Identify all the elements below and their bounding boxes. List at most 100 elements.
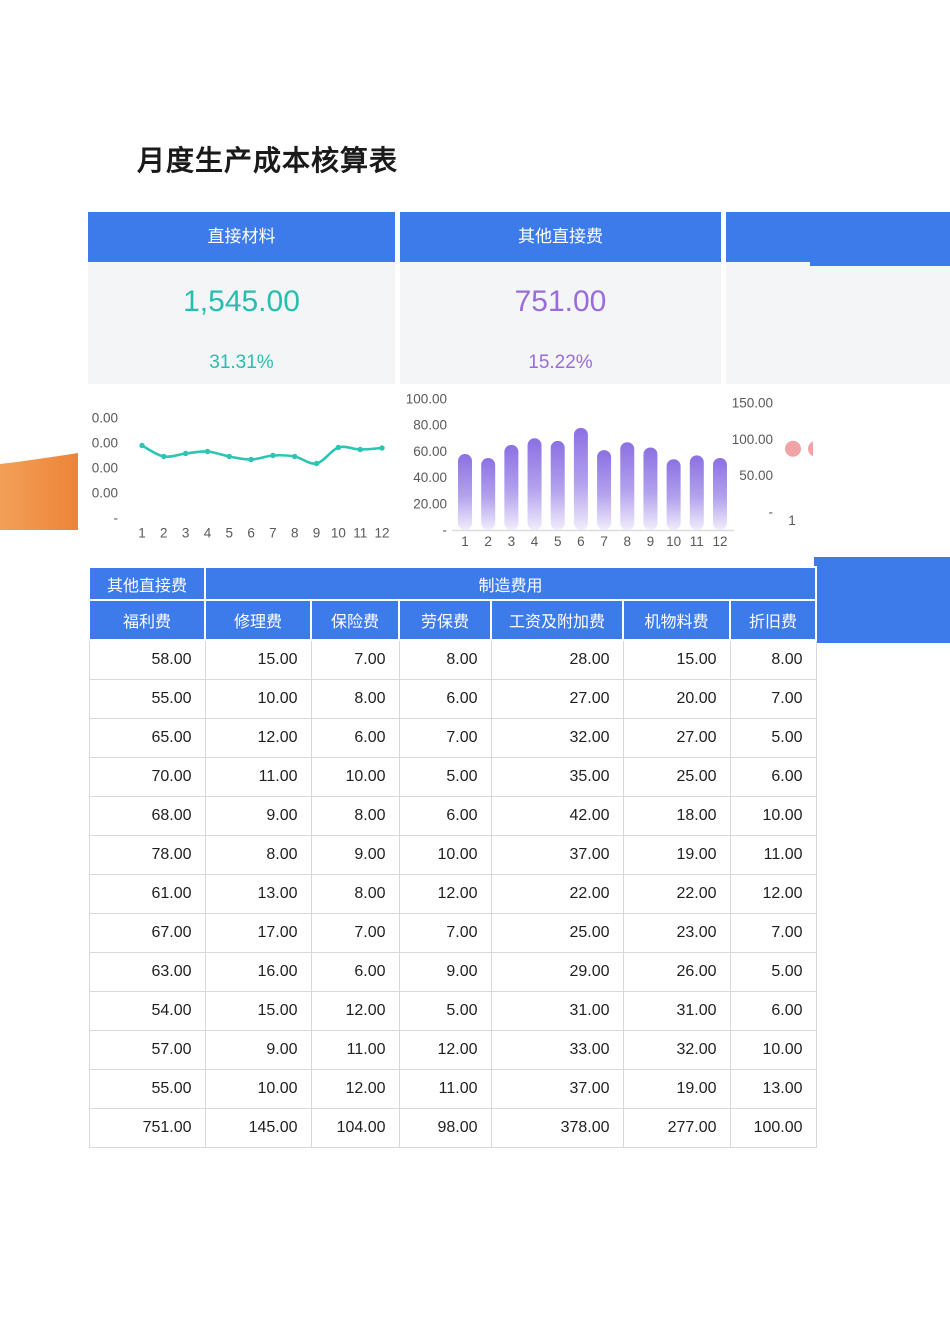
table-cell[interactable]: 29.00	[491, 953, 623, 992]
table-cell[interactable]: 11.00	[399, 1070, 491, 1109]
table-cell[interactable]: 42.00	[491, 797, 623, 836]
table-cell[interactable]: 10.00	[205, 1070, 311, 1109]
table-cell[interactable]: 68.00	[89, 797, 205, 836]
table-cell[interactable]: 9.00	[399, 953, 491, 992]
column-header-repair[interactable]: 修理费	[205, 600, 311, 640]
table-cell[interactable]: 8.00	[730, 640, 816, 680]
table-cell[interactable]: 27.00	[491, 680, 623, 719]
column-header-insurance[interactable]: 保险费	[311, 600, 399, 640]
table-cell[interactable]: 26.00	[623, 953, 730, 992]
table-cell[interactable]: 6.00	[399, 680, 491, 719]
table-cell[interactable]: 7.00	[399, 719, 491, 758]
table-cell[interactable]: 6.00	[311, 953, 399, 992]
table-cell[interactable]: 55.00	[89, 1070, 205, 1109]
table-cell[interactable]: 25.00	[623, 758, 730, 797]
table-cell[interactable]: 16.00	[205, 953, 311, 992]
table-cell[interactable]: 25.00	[491, 914, 623, 953]
table-cell[interactable]: 11.00	[205, 758, 311, 797]
table-cell[interactable]: 67.00	[89, 914, 205, 953]
table-cell[interactable]: 12.00	[205, 719, 311, 758]
table-cell[interactable]: 65.00	[89, 719, 205, 758]
table-cell[interactable]: 5.00	[399, 758, 491, 797]
table-cell[interactable]: 55.00	[89, 680, 205, 719]
table-cell[interactable]: 98.00	[399, 1109, 491, 1148]
table-cell[interactable]: 7.00	[730, 914, 816, 953]
table-cell[interactable]: 20.00	[623, 680, 730, 719]
table-cell[interactable]: 5.00	[730, 719, 816, 758]
table-cell[interactable]: 100.00	[730, 1109, 816, 1148]
table-cell[interactable]: 8.00	[399, 640, 491, 680]
table-cell[interactable]: 751.00	[89, 1109, 205, 1148]
table-cell[interactable]: 12.00	[399, 1031, 491, 1070]
group-header-manufacturing[interactable]: 制造费用	[205, 567, 816, 600]
table-cell[interactable]: 23.00	[623, 914, 730, 953]
table-cell[interactable]: 7.00	[311, 640, 399, 680]
table-cell[interactable]: 70.00	[89, 758, 205, 797]
table-cell[interactable]: 18.00	[623, 797, 730, 836]
table-cell[interactable]: 15.00	[623, 640, 730, 680]
table-cell[interactable]: 28.00	[491, 640, 623, 680]
table-cell[interactable]: 19.00	[623, 1070, 730, 1109]
table-cell[interactable]: 277.00	[623, 1109, 730, 1148]
table-cell[interactable]: 10.00	[730, 797, 816, 836]
table-cell[interactable]: 6.00	[399, 797, 491, 836]
table-cell[interactable]: 58.00	[89, 640, 205, 680]
column-header-labor-protection[interactable]: 劳保费	[399, 600, 491, 640]
table-cell[interactable]: 22.00	[623, 875, 730, 914]
table-cell[interactable]: 63.00	[89, 953, 205, 992]
table-cell[interactable]: 145.00	[205, 1109, 311, 1148]
table-cell[interactable]: 378.00	[491, 1109, 623, 1148]
table-cell[interactable]: 32.00	[491, 719, 623, 758]
table-cell[interactable]: 12.00	[399, 875, 491, 914]
table-cell[interactable]: 15.00	[205, 640, 311, 680]
table-cell[interactable]: 11.00	[730, 836, 816, 875]
table-cell[interactable]: 10.00	[205, 680, 311, 719]
column-header-machine-materials[interactable]: 机物料费	[623, 600, 730, 640]
table-cell[interactable]: 37.00	[491, 836, 623, 875]
table-cell[interactable]: 10.00	[311, 758, 399, 797]
table-cell[interactable]: 13.00	[730, 1070, 816, 1109]
group-header-other-direct[interactable]: 其他直接费	[89, 567, 205, 600]
table-cell[interactable]: 35.00	[491, 758, 623, 797]
table-cell[interactable]: 10.00	[730, 1031, 816, 1070]
table-cell[interactable]: 8.00	[205, 836, 311, 875]
table-cell[interactable]: 6.00	[311, 719, 399, 758]
table-cell[interactable]: 37.00	[491, 1070, 623, 1109]
table-cell[interactable]: 6.00	[730, 758, 816, 797]
table-cell[interactable]: 7.00	[730, 680, 816, 719]
table-cell[interactable]: 15.00	[205, 992, 311, 1031]
table-cell[interactable]: 10.00	[399, 836, 491, 875]
table-cell[interactable]: 5.00	[399, 992, 491, 1031]
table-cell[interactable]: 61.00	[89, 875, 205, 914]
table-cell[interactable]: 9.00	[205, 1031, 311, 1070]
table-cell[interactable]: 104.00	[311, 1109, 399, 1148]
table-cell[interactable]: 54.00	[89, 992, 205, 1031]
column-header-depreciation[interactable]: 折旧费	[730, 600, 816, 640]
table-cell[interactable]: 12.00	[730, 875, 816, 914]
table-cell[interactable]: 31.00	[623, 992, 730, 1031]
column-header-wages[interactable]: 工资及附加费	[491, 600, 623, 640]
table-cell[interactable]: 17.00	[205, 914, 311, 953]
table-cell[interactable]: 7.00	[399, 914, 491, 953]
table-cell[interactable]: 33.00	[491, 1031, 623, 1070]
column-header-welfare[interactable]: 福利费	[89, 600, 205, 640]
table-cell[interactable]: 19.00	[623, 836, 730, 875]
table-cell[interactable]: 22.00	[491, 875, 623, 914]
table-cell[interactable]: 7.00	[311, 914, 399, 953]
table-cell[interactable]: 27.00	[623, 719, 730, 758]
table-cell[interactable]: 6.00	[730, 992, 816, 1031]
table-cell[interactable]: 12.00	[311, 1070, 399, 1109]
table-cell[interactable]: 32.00	[623, 1031, 730, 1070]
table-cell[interactable]: 11.00	[311, 1031, 399, 1070]
table-cell[interactable]: 78.00	[89, 836, 205, 875]
table-cell[interactable]: 12.00	[311, 992, 399, 1031]
table-cell[interactable]: 8.00	[311, 875, 399, 914]
table-cell[interactable]: 57.00	[89, 1031, 205, 1070]
table-cell[interactable]: 8.00	[311, 680, 399, 719]
table-cell[interactable]: 31.00	[491, 992, 623, 1031]
table-cell[interactable]: 9.00	[205, 797, 311, 836]
table-cell[interactable]: 5.00	[730, 953, 816, 992]
table-cell[interactable]: 9.00	[311, 836, 399, 875]
table-cell[interactable]: 13.00	[205, 875, 311, 914]
table-cell[interactable]: 8.00	[311, 797, 399, 836]
